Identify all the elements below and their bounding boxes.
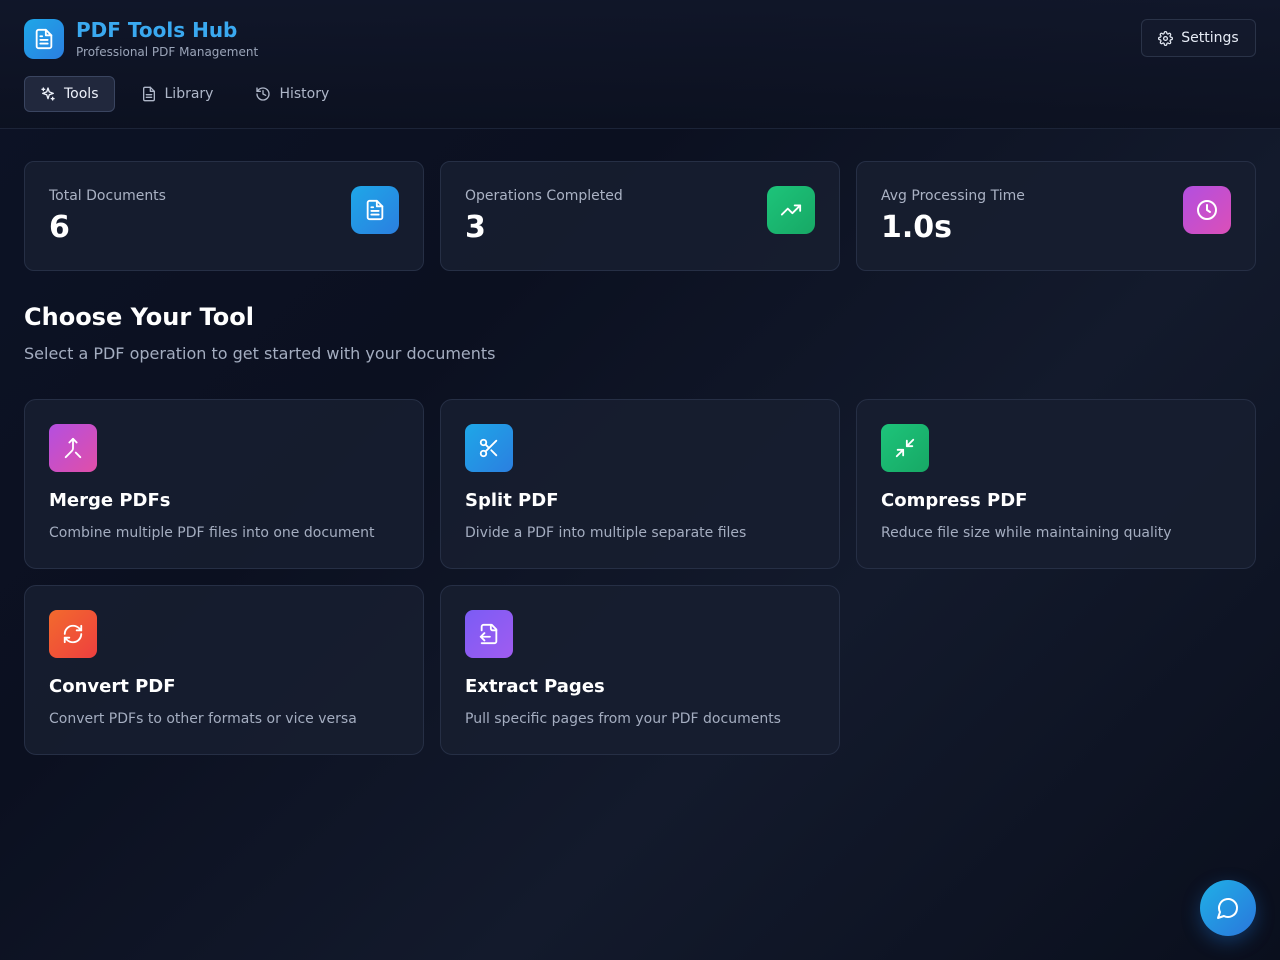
- tab-history[interactable]: History: [239, 76, 345, 112]
- tool-description: Combine multiple PDF files into one docu…: [49, 525, 375, 541]
- chat-button[interactable]: [1200, 880, 1256, 936]
- tools-grid: Merge PDFs Combine multiple PDF files in…: [24, 399, 1256, 771]
- refresh-icon: [49, 610, 97, 658]
- tool-title: Merge PDFs: [49, 490, 171, 511]
- stat-card-operations-completed: Operations Completed 3: [440, 161, 840, 271]
- tool-description: Divide a PDF into multiple separate file…: [465, 525, 747, 541]
- tool-card-convert-pdf[interactable]: Convert PDF Convert PDFs to other format…: [24, 585, 424, 755]
- tool-description: Convert PDFs to other formats or vice ve…: [49, 711, 357, 727]
- stats-row: Total Documents 6 Operations Completed 3…: [24, 161, 1272, 271]
- tool-title: Convert PDF: [49, 676, 176, 697]
- tab-label: Tools: [64, 86, 99, 102]
- stat-value: 6: [49, 210, 70, 245]
- stat-label: Total Documents: [49, 188, 166, 204]
- file-export-icon: [465, 610, 513, 658]
- stat-label: Operations Completed: [465, 188, 623, 204]
- tab-tools[interactable]: Tools: [24, 76, 115, 112]
- main-nav: Tools Library History: [24, 76, 355, 112]
- tab-library[interactable]: Library: [125, 76, 230, 112]
- scissors-icon: [465, 424, 513, 472]
- tool-card-extract-pages[interactable]: Extract Pages Pull specific pages from y…: [440, 585, 840, 755]
- tool-card-merge-pdfs[interactable]: Merge PDFs Combine multiple PDF files in…: [24, 399, 424, 569]
- file-text-icon: [24, 19, 64, 59]
- clock-icon: [1183, 186, 1231, 234]
- file-text-icon: [351, 186, 399, 234]
- merge-icon: [49, 424, 97, 472]
- section-subtitle: Select a PDF operation to get started wi…: [24, 344, 496, 363]
- brand: PDF Tools Hub Professional PDF Managemen…: [24, 18, 258, 60]
- stat-card-avg-processing-time: Avg Processing Time 1.0s: [856, 161, 1256, 271]
- sparkles-icon: [41, 87, 55, 101]
- tab-label: History: [279, 86, 330, 102]
- minimize-icon: [881, 424, 929, 472]
- stat-label: Avg Processing Time: [881, 188, 1025, 204]
- chat-icon: [1217, 898, 1238, 919]
- section-title: Choose Your Tool: [24, 303, 254, 331]
- tool-title: Compress PDF: [881, 490, 1028, 511]
- stat-value: 3: [465, 210, 486, 245]
- stat-value: 1.0s: [881, 210, 953, 245]
- tool-title: Split PDF: [465, 490, 559, 511]
- history-icon: [256, 87, 271, 101]
- tool-card-compress-pdf[interactable]: Compress PDF Reduce file size while main…: [856, 399, 1256, 569]
- tool-card-split-pdf[interactable]: Split PDF Divide a PDF into multiple sep…: [440, 399, 840, 569]
- tab-label: Library: [164, 86, 214, 102]
- app-subtitle: Professional PDF Management: [76, 45, 259, 59]
- tool-description: Reduce file size while maintaining quali…: [881, 525, 1172, 541]
- app-header: PDF Tools Hub Professional PDF Managemen…: [0, 0, 1280, 129]
- gear-icon: [1158, 30, 1174, 46]
- tool-title: Extract Pages: [465, 676, 605, 697]
- tool-description: Pull specific pages from your PDF docume…: [465, 711, 781, 727]
- app-title: PDF Tools Hub: [76, 18, 238, 42]
- trending-up-icon: [767, 186, 815, 234]
- settings-label: Settings: [1181, 30, 1239, 46]
- stat-card-total-documents: Total Documents 6: [24, 161, 424, 271]
- file-icon: [142, 86, 155, 102]
- settings-button[interactable]: Settings: [1141, 19, 1256, 57]
